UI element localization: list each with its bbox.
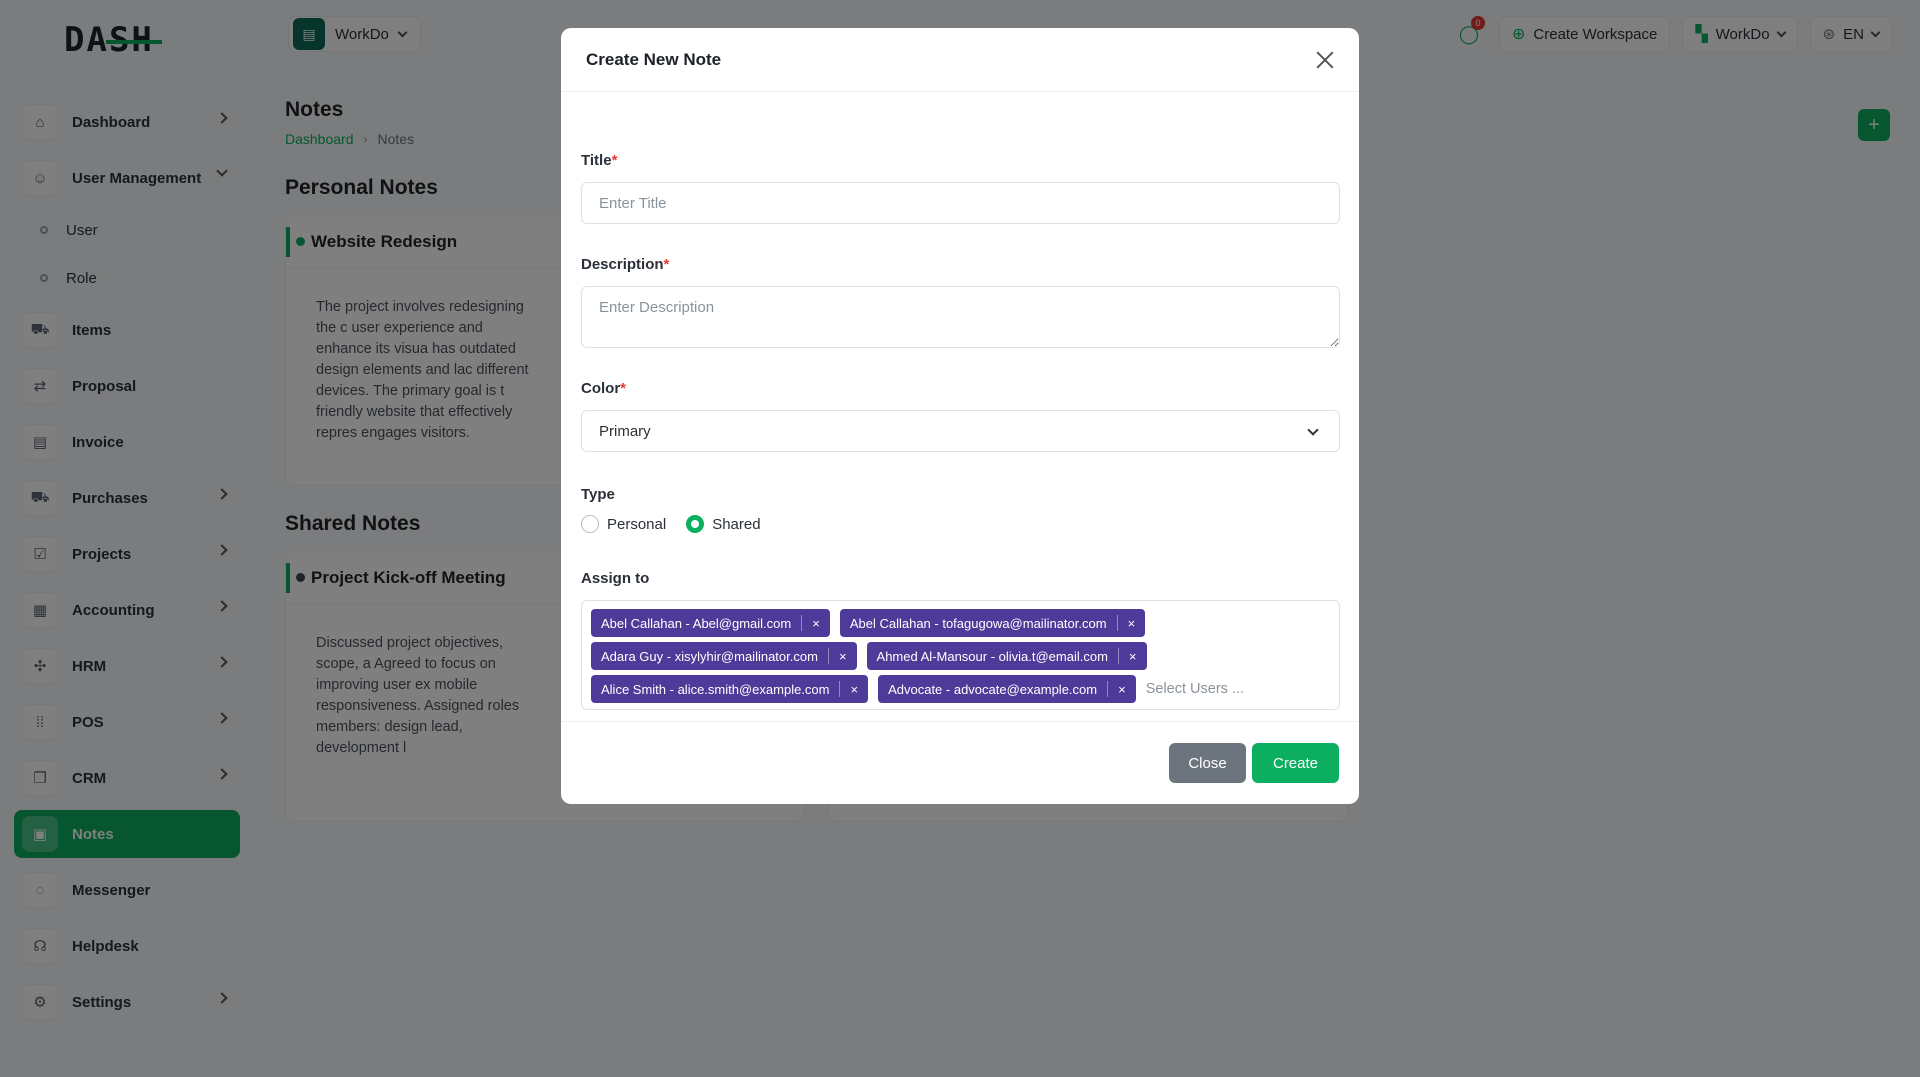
description-label-text: Description bbox=[581, 256, 664, 273]
tag-divider bbox=[1117, 648, 1119, 664]
type-shared-radio[interactable]: Shared bbox=[686, 515, 761, 533]
tag-divider bbox=[1107, 681, 1109, 697]
assignee-tag-label: Alice Smith - alice.smith@example.com bbox=[601, 681, 830, 697]
assignee-tag: Ahmed Al-Mansour - olivia.t@email.com × bbox=[866, 642, 1147, 670]
create-button[interactable]: Create bbox=[1252, 743, 1339, 783]
assignee-tag-label: Adara Guy - xisylyhir@mailinator.com bbox=[601, 648, 818, 664]
modal-title: Create New Note bbox=[586, 49, 722, 69]
modal-header: Create New Note bbox=[561, 28, 1359, 92]
title-input[interactable] bbox=[581, 182, 1340, 224]
assignee-tag: Abel Callahan - tofagugowa@mailinator.co… bbox=[839, 609, 1146, 637]
required-mark: * bbox=[620, 380, 627, 397]
type-personal-radio[interactable]: Personal bbox=[581, 515, 666, 533]
remove-tag-icon[interactable]: × bbox=[1129, 649, 1137, 664]
close-button[interactable]: Close bbox=[1169, 743, 1246, 783]
tag-row: Alice Smith - alice.smith@example.com × … bbox=[591, 675, 1330, 703]
type-radio-group: Personal Shared bbox=[581, 515, 761, 533]
type-label: Type bbox=[581, 486, 615, 503]
color-label: Color* bbox=[581, 380, 626, 397]
radio-label: Shared bbox=[712, 515, 761, 533]
assignee-tag-label: Abel Callahan - Abel@gmail.com bbox=[601, 615, 792, 631]
title-label-text: Title bbox=[581, 152, 612, 169]
assignee-tag-label: Abel Callahan - tofagugowa@mailinator.co… bbox=[849, 615, 1107, 631]
description-input[interactable] bbox=[581, 286, 1340, 348]
assign-users-select[interactable]: Abel Callahan - Abel@gmail.com × Abel Ca… bbox=[581, 600, 1340, 710]
tag-row: Abel Callahan - Abel@gmail.com × Abel Ca… bbox=[591, 609, 1330, 637]
radio-unchecked-icon bbox=[581, 515, 599, 533]
color-select[interactable]: Primary bbox=[581, 410, 1340, 452]
color-label-text: Color bbox=[581, 380, 621, 397]
required-mark: * bbox=[663, 256, 670, 273]
description-label: Description* bbox=[581, 256, 669, 273]
remove-tag-icon[interactable]: × bbox=[850, 682, 858, 697]
assign-label: Assign to bbox=[581, 570, 650, 587]
close-icon[interactable] bbox=[1315, 50, 1335, 70]
remove-tag-icon[interactable]: × bbox=[1128, 616, 1136, 631]
assignee-tag: Abel Callahan - Abel@gmail.com × bbox=[591, 609, 830, 637]
remove-tag-icon[interactable]: × bbox=[1118, 682, 1126, 697]
title-label: Title* bbox=[581, 152, 617, 169]
radio-label: Personal bbox=[607, 515, 667, 533]
assignee-tag-label: Advocate - advocate@example.com bbox=[888, 681, 1098, 697]
tag-divider bbox=[801, 615, 803, 631]
assignee-tag: Alice Smith - alice.smith@example.com × bbox=[591, 675, 869, 703]
remove-tag-icon[interactable]: × bbox=[839, 649, 847, 664]
chevron-down-icon bbox=[1307, 424, 1319, 436]
modal-footer-divider bbox=[561, 721, 1359, 722]
tag-divider bbox=[827, 648, 829, 664]
create-note-modal: Create New Note Title* Description* Colo… bbox=[561, 28, 1359, 804]
tag-divider bbox=[1116, 615, 1118, 631]
assign-search-placeholder[interactable]: Select Users ... bbox=[1146, 681, 1244, 697]
tag-row: Adara Guy - xisylyhir@mailinator.com × A… bbox=[591, 642, 1330, 670]
remove-tag-icon[interactable]: × bbox=[812, 616, 820, 631]
tag-divider bbox=[839, 681, 841, 697]
color-select-value: Primary bbox=[599, 422, 651, 440]
required-mark: * bbox=[611, 152, 618, 169]
assignee-tag: Advocate - advocate@example.com × bbox=[878, 675, 1136, 703]
assignee-tag-label: Ahmed Al-Mansour - olivia.t@email.com bbox=[876, 648, 1108, 664]
radio-checked-icon bbox=[686, 515, 705, 533]
assignee-tag: Adara Guy - xisylyhir@mailinator.com × bbox=[591, 642, 857, 670]
